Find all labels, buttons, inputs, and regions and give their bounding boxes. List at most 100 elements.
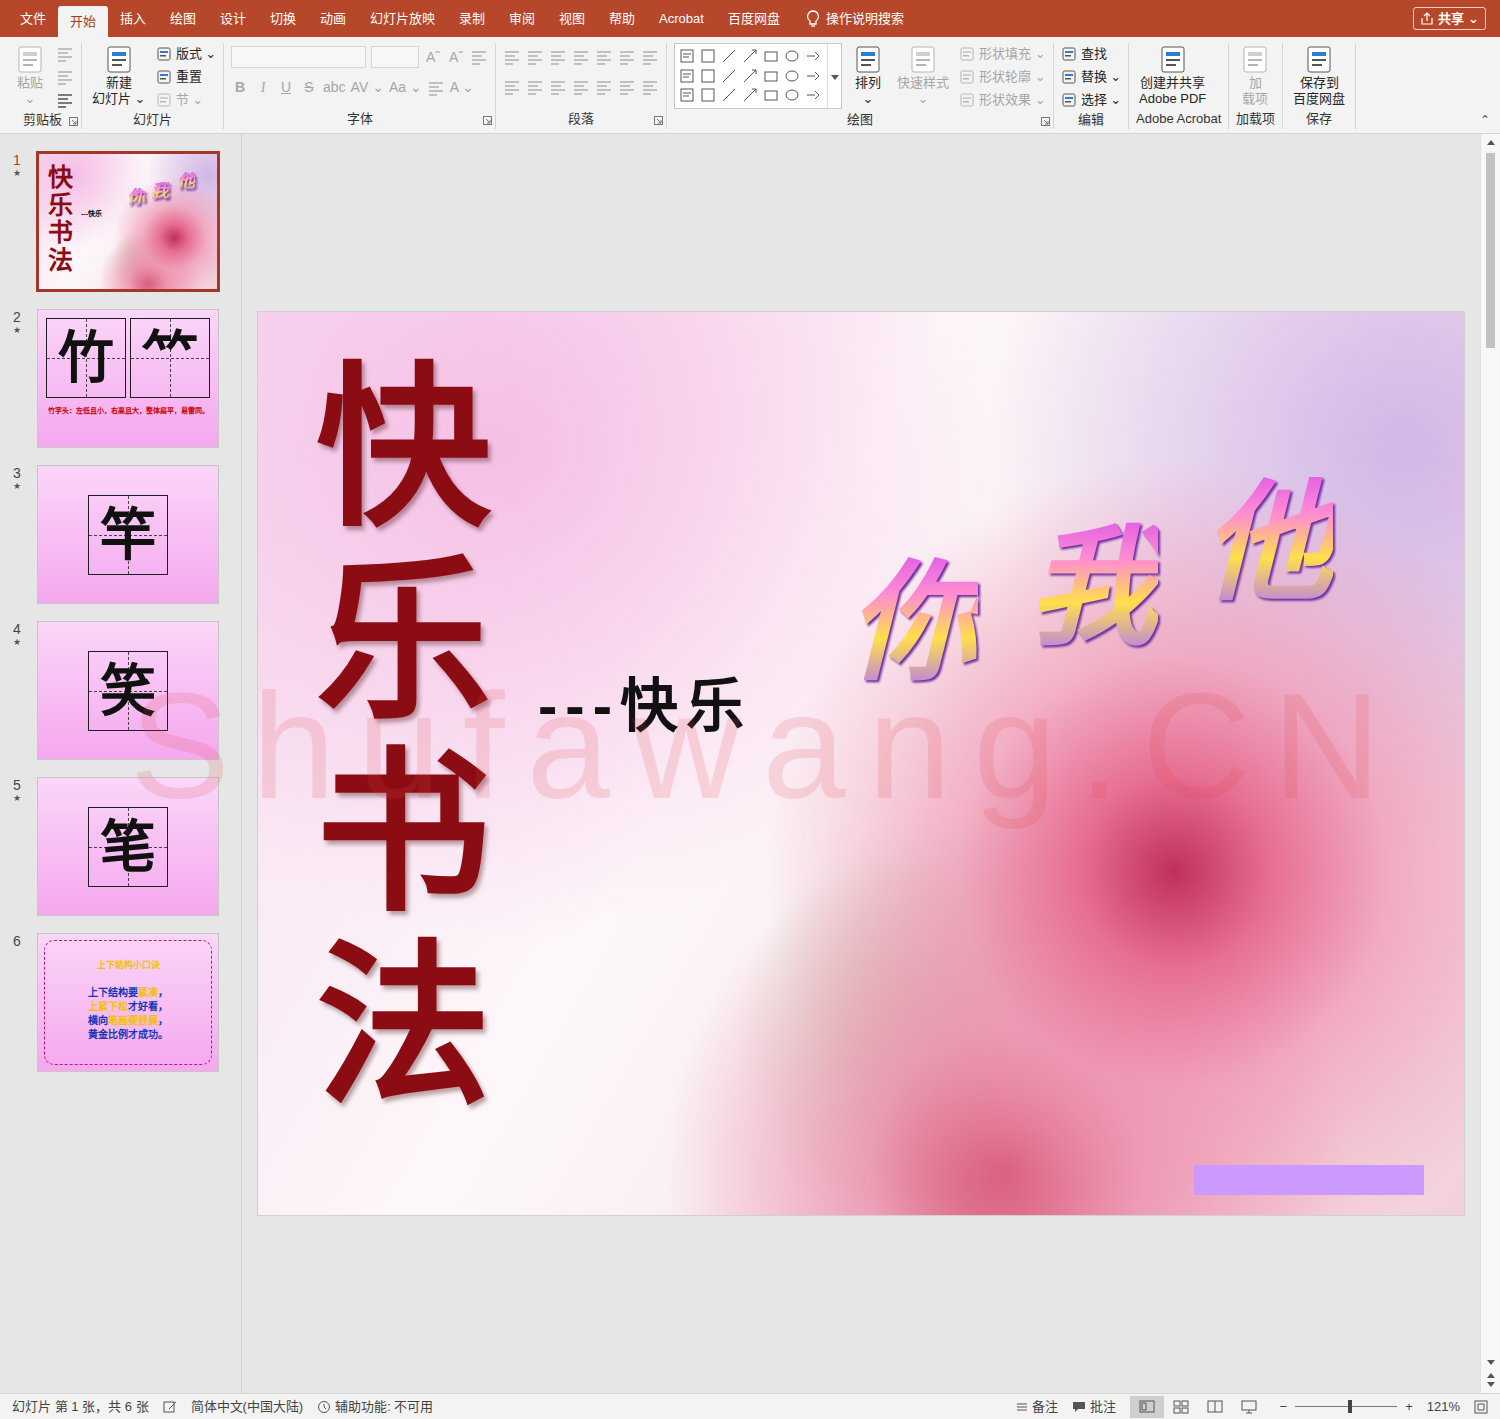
shape-icon[interactable] <box>783 67 801 85</box>
icon-button[interactable] <box>526 49 544 65</box>
ribbon-tab[interactable]: 审阅 <box>497 0 547 37</box>
format-button[interactable]: S <box>300 77 318 98</box>
view-button[interactable] <box>1130 1396 1164 1418</box>
ribbon-large-command[interactable]: 粘贴⌄ <box>11 43 49 107</box>
icon-button[interactable] <box>641 79 659 95</box>
slide-name[interactable]: 他 <box>1203 472 1333 615</box>
shape-icon[interactable] <box>699 86 717 104</box>
icon-button[interactable] <box>526 79 544 95</box>
accessibility-status[interactable]: 辅助功能: 不可用 <box>317 1397 433 1417</box>
shape-icon[interactable] <box>720 86 738 104</box>
dialog-launcher-icon[interactable] <box>483 116 492 125</box>
ribbon-command[interactable]: 选择 ⌄ <box>1061 90 1122 110</box>
shape-icon[interactable] <box>741 47 759 65</box>
icon-button[interactable] <box>56 69 74 85</box>
ribbon-tab[interactable]: 设计 <box>208 0 258 37</box>
slide-thumbnail[interactable]: 竿 <box>37 465 219 604</box>
format-icon[interactable] <box>549 49 567 65</box>
ribbon-large-command[interactable]: 新建幻灯片 ⌄ <box>89 43 149 107</box>
scroll-down-icon[interactable] <box>1487 1360 1495 1365</box>
ribbon-tab[interactable]: 录制 <box>447 0 497 37</box>
format-button[interactable]: Aˆ <box>424 47 442 68</box>
icon-button[interactable] <box>56 92 74 108</box>
ribbon-tab[interactable]: 帮助 <box>597 0 647 37</box>
shape-icon[interactable] <box>804 67 822 85</box>
icon-button[interactable] <box>572 49 590 65</box>
shape-icon[interactable] <box>804 86 822 104</box>
ribbon-large-command[interactable]: 加载项 <box>1236 43 1274 107</box>
next-slide-icon[interactable] <box>1487 1382 1495 1387</box>
ribbon-command[interactable]: 形状轮廓 ⌄ <box>959 67 1046 87</box>
ribbon-large-command[interactable]: 排列⌄ <box>849 43 887 107</box>
dialog-launcher-icon[interactable] <box>69 117 78 126</box>
zoom-slider-thumb[interactable] <box>1348 1400 1352 1413</box>
icon-button[interactable] <box>641 49 659 65</box>
shape-icon[interactable] <box>678 67 696 85</box>
ribbon-command[interactable]: 形状填充 ⌄ <box>959 44 1046 64</box>
slide-title[interactable]: 快乐书法 <box>316 352 491 1122</box>
format-icon[interactable] <box>56 46 74 62</box>
shape-gallery[interactable] <box>674 43 842 109</box>
format-icon[interactable] <box>641 79 659 95</box>
format-icon[interactable] <box>56 69 74 85</box>
dialog-launcher-icon[interactable] <box>654 116 663 125</box>
font-field[interactable] <box>231 46 366 68</box>
format-icon[interactable] <box>595 49 613 65</box>
format-icon[interactable] <box>618 49 636 65</box>
format-button[interactable]: abc <box>323 77 346 98</box>
icon-button[interactable] <box>427 80 445 96</box>
format-icon[interactable] <box>526 49 544 65</box>
ribbon-tab[interactable]: 绘图 <box>158 0 208 37</box>
format-button[interactable]: A ⌄ <box>450 77 474 98</box>
shape-icon[interactable] <box>741 86 759 104</box>
slide-thumbnail[interactable]: 笑 <box>37 621 219 760</box>
format-icon[interactable] <box>470 49 488 65</box>
ribbon-tab[interactable]: 幻灯片放映 <box>358 0 447 37</box>
ribbon-large-command[interactable]: 创建并共享Adobe PDF <box>1136 43 1209 107</box>
slide-thumbnail[interactable]: 快乐书法---快乐你我他 <box>36 151 220 292</box>
ribbon-tab[interactable]: 切换 <box>258 0 308 37</box>
format-icon[interactable] <box>526 79 544 95</box>
format-icon[interactable] <box>549 79 567 95</box>
format-icon[interactable] <box>427 80 445 96</box>
icon-button[interactable] <box>595 49 613 65</box>
gallery-scroll[interactable] <box>827 44 841 108</box>
shape-icon[interactable] <box>720 47 738 65</box>
vertical-scrollbar[interactable] <box>1480 134 1500 1393</box>
format-icon[interactable] <box>572 49 590 65</box>
fit-to-window-icon[interactable] <box>1474 1400 1488 1414</box>
format-icon[interactable] <box>618 79 636 95</box>
ribbon-command[interactable]: 节 ⌄ <box>156 90 204 110</box>
spelling-check-icon[interactable] <box>163 1400 177 1414</box>
zoom-level[interactable]: 121% <box>1427 1397 1460 1417</box>
format-icon[interactable] <box>503 49 521 65</box>
format-button[interactable]: AV ⌄ <box>351 77 384 98</box>
ribbon-tab[interactable]: 开始 <box>58 6 108 37</box>
icon-button[interactable] <box>56 46 74 62</box>
language[interactable]: 简体中文(中国大陆) <box>191 1397 304 1417</box>
shape-icon[interactable] <box>762 67 780 85</box>
icon-button[interactable] <box>549 79 567 95</box>
slide-subtitle[interactable]: ---快乐 <box>538 662 752 749</box>
shape-icon[interactable] <box>783 47 801 65</box>
dialog-launcher-icon[interactable] <box>1041 117 1050 126</box>
view-button[interactable] <box>1164 1396 1198 1418</box>
shape-icon[interactable] <box>678 86 696 104</box>
format-icon[interactable] <box>641 49 659 65</box>
shape-icon[interactable] <box>804 47 822 65</box>
format-icon[interactable] <box>56 92 74 108</box>
ribbon-command[interactable]: 形状效果 ⌄ <box>959 90 1046 110</box>
format-button[interactable]: Aˇ <box>447 47 465 68</box>
shape-icon[interactable] <box>699 67 717 85</box>
font-field[interactable] <box>371 46 419 68</box>
format-button[interactable]: I <box>254 77 272 98</box>
zoom-slider[interactable] <box>1295 1406 1397 1407</box>
previous-slide-icon[interactable] <box>1487 1373 1495 1378</box>
view-button[interactable] <box>1232 1396 1266 1418</box>
format-button[interactable]: U <box>277 77 295 98</box>
purple-bar[interactable] <box>1194 1165 1424 1195</box>
ribbon-tab[interactable]: 插入 <box>108 0 158 37</box>
collapse-ribbon-button[interactable]: ⌃ <box>1480 111 1490 129</box>
icon-button[interactable] <box>618 49 636 65</box>
icon-button[interactable] <box>503 79 521 95</box>
